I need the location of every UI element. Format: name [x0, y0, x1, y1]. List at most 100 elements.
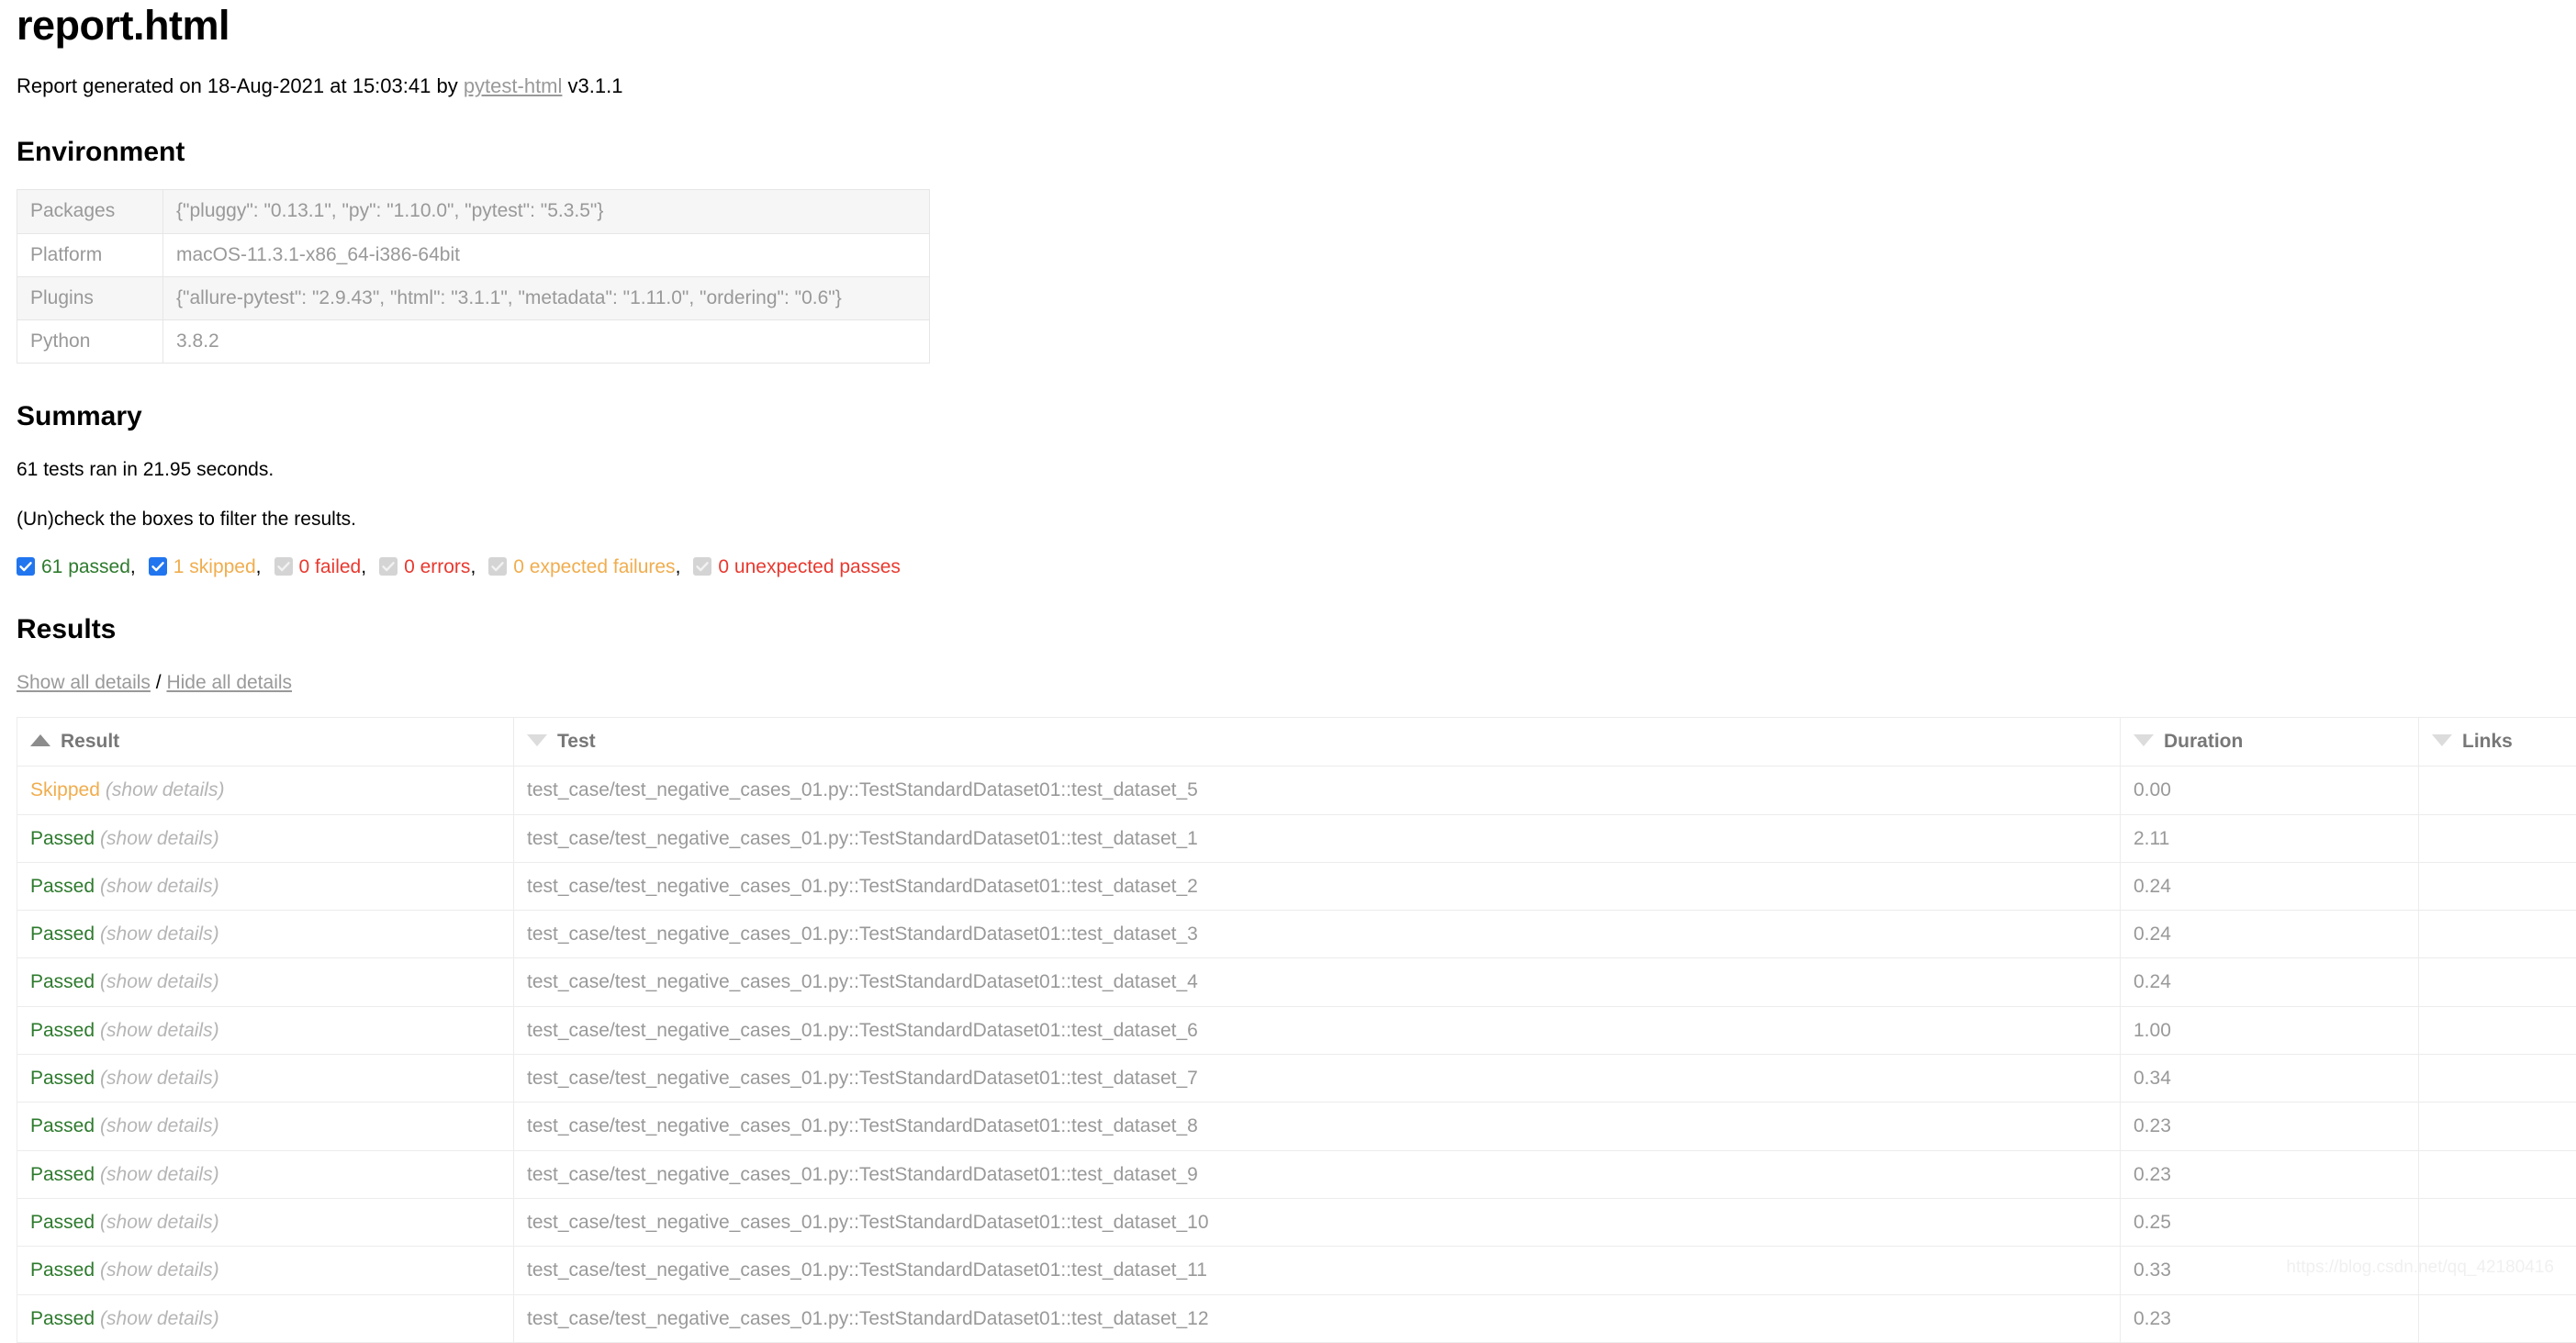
- show-all-details-link[interactable]: Show all details: [17, 672, 151, 693]
- filter-label: 0 errors: [404, 557, 470, 576]
- page-title: report.html: [17, 0, 2559, 50]
- filter-label: 61 passed: [41, 557, 130, 576]
- pytest-html-link[interactable]: pytest-html: [464, 74, 563, 97]
- filter-checkbox[interactable]: [488, 557, 507, 576]
- column-header-test[interactable]: Test: [514, 718, 2121, 767]
- status-badge: Passed: [30, 1020, 95, 1041]
- status-badge: Passed: [30, 1115, 95, 1136]
- show-details-link[interactable]: (show details): [100, 1212, 219, 1233]
- table-row: Passed(show details)test_case/test_negat…: [17, 1247, 2576, 1294]
- environment-value: 3.8.2: [163, 320, 930, 364]
- links-cell: [2419, 911, 2576, 958]
- duration-cell: 0.23: [2121, 1294, 2419, 1342]
- filter-label: 0 unexpected passes: [718, 557, 900, 576]
- status-badge: Passed: [30, 1259, 95, 1281]
- filter-checkbox[interactable]: [17, 557, 35, 576]
- duration-cell: 0.25: [2121, 1198, 2419, 1246]
- hide-all-details-link[interactable]: Hide all details: [166, 672, 292, 693]
- show-details-link[interactable]: (show details): [106, 779, 225, 800]
- column-header-test-label: Test: [557, 731, 596, 752]
- filter--passed: 61 passed,: [17, 557, 149, 576]
- filter-checkbox[interactable]: [693, 557, 711, 576]
- environment-key: Packages: [17, 190, 163, 233]
- filter--errors: 0 errors,: [379, 557, 488, 576]
- filter-checkbox[interactable]: [379, 557, 398, 576]
- show-details-link[interactable]: (show details): [100, 876, 219, 897]
- sort-descending-icon: [527, 734, 547, 746]
- status-badge: Passed: [30, 876, 95, 897]
- status-badge: Passed: [30, 1308, 95, 1329]
- status-badge: Passed: [30, 1068, 95, 1089]
- results-table-body: Skipped(show details)test_case/test_nega…: [17, 767, 2576, 1343]
- table-row: Passed(show details)test_case/test_negat…: [17, 1150, 2576, 1198]
- test-name-cell: test_case/test_negative_cases_01.py::Tes…: [514, 1150, 2121, 1198]
- filter-checkbox[interactable]: [274, 557, 293, 576]
- table-row: Skipped(show details)test_case/test_nega…: [17, 767, 2576, 814]
- duration-cell: 0.23: [2121, 1102, 2419, 1150]
- sort-descending-icon: [2432, 734, 2452, 746]
- filter--skipped: 1 skipped,: [149, 557, 274, 576]
- test-name-cell: test_case/test_negative_cases_01.py::Tes…: [514, 911, 2121, 958]
- result-cell: Passed(show details): [17, 1247, 514, 1294]
- results-header-row: Result Test Duration Links: [17, 718, 2576, 767]
- result-cell: Skipped(show details): [17, 767, 514, 814]
- sort-ascending-icon: [30, 734, 50, 746]
- environment-key: Python: [17, 320, 163, 364]
- table-row: Passed(show details)test_case/test_negat…: [17, 814, 2576, 862]
- duration-cell: 0.24: [2121, 911, 2419, 958]
- filter-separator: ,: [256, 557, 262, 576]
- summary-heading: Summary: [17, 400, 2559, 433]
- show-details-link[interactable]: (show details): [100, 1115, 219, 1136]
- status-badge: Passed: [30, 1212, 95, 1233]
- status-badge: Passed: [30, 971, 95, 992]
- filter-separator: ,: [130, 557, 136, 576]
- show-details-link[interactable]: (show details): [100, 1020, 219, 1041]
- test-name-cell: test_case/test_negative_cases_01.py::Tes…: [514, 862, 2121, 910]
- result-cell: Passed(show details): [17, 862, 514, 910]
- table-row: Python 3.8.2: [17, 320, 930, 364]
- table-row: Passed(show details)test_case/test_negat…: [17, 1006, 2576, 1054]
- result-cell: Passed(show details): [17, 1006, 514, 1054]
- filter--failed: 0 failed,: [274, 557, 380, 576]
- filter-checkbox[interactable]: [149, 557, 167, 576]
- test-name-cell: test_case/test_negative_cases_01.py::Tes…: [514, 814, 2121, 862]
- result-cell: Passed(show details): [17, 1102, 514, 1150]
- environment-heading: Environment: [17, 136, 2559, 169]
- test-name-cell: test_case/test_negative_cases_01.py::Tes…: [514, 1055, 2121, 1102]
- duration-cell: 2.11: [2121, 814, 2419, 862]
- tests-run-line: 61 tests ran in 21.95 seconds.: [17, 457, 2559, 482]
- links-cell: [2419, 1294, 2576, 1342]
- duration-cell: 0.23: [2121, 1150, 2419, 1198]
- environment-table: Packages {"pluggy": "0.13.1", "py": "1.1…: [17, 189, 930, 364]
- links-cell: [2419, 1198, 2576, 1246]
- detail-links-separator: /: [156, 672, 162, 693]
- results-heading: Results: [17, 613, 2559, 646]
- environment-value: macOS-11.3.1-x86_64-i386-64bit: [163, 233, 930, 276]
- show-details-link[interactable]: (show details): [100, 1259, 219, 1281]
- show-details-link[interactable]: (show details): [100, 828, 219, 849]
- column-header-duration[interactable]: Duration: [2121, 718, 2419, 767]
- column-header-links[interactable]: Links: [2419, 718, 2576, 767]
- test-name-cell: test_case/test_negative_cases_01.py::Tes…: [514, 1006, 2121, 1054]
- show-details-link[interactable]: (show details): [100, 971, 219, 992]
- show-details-link[interactable]: (show details): [100, 1068, 219, 1089]
- column-header-result[interactable]: Result: [17, 718, 514, 767]
- column-header-result-label: Result: [61, 731, 119, 752]
- links-cell: [2419, 1247, 2576, 1294]
- sort-descending-icon: [2134, 734, 2154, 746]
- environment-value: {"pluggy": "0.13.1", "py": "1.10.0", "py…: [163, 190, 930, 233]
- show-details-link[interactable]: (show details): [100, 1164, 219, 1185]
- links-cell: [2419, 814, 2576, 862]
- links-cell: [2419, 767, 2576, 814]
- result-cell: Passed(show details): [17, 1055, 514, 1102]
- report-page: report.html Report generated on 18-Aug-2…: [0, 0, 2576, 1343]
- links-cell: [2419, 1150, 2576, 1198]
- filter-separator: ,: [676, 557, 681, 576]
- duration-cell: 0.00: [2121, 767, 2419, 814]
- duration-cell: 0.24: [2121, 958, 2419, 1006]
- filter--expected-failures: 0 expected failures,: [488, 557, 693, 576]
- result-filter-bar: 61 passed,1 skipped,0 failed,0 errors,0 …: [17, 557, 2559, 576]
- status-badge: Passed: [30, 923, 95, 945]
- show-details-link[interactable]: (show details): [100, 1308, 219, 1329]
- show-details-link[interactable]: (show details): [100, 923, 219, 945]
